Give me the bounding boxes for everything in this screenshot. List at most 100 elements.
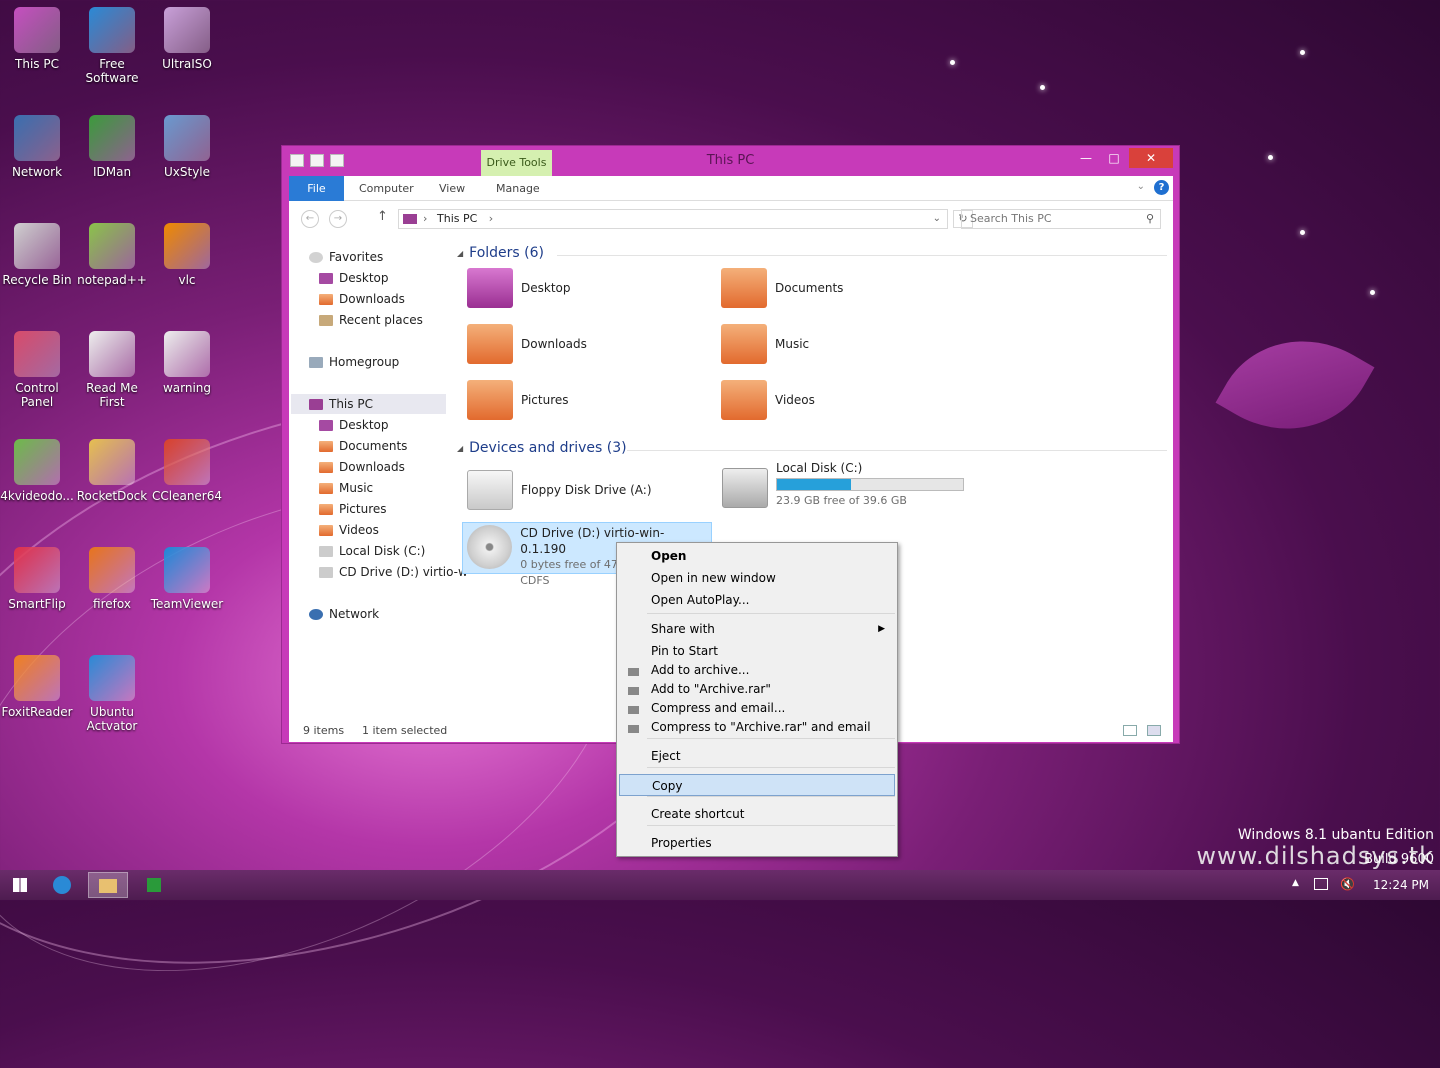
ribbon-expand-icon[interactable]: ⌄ — [1137, 181, 1145, 192]
desktop-icon-uxstyle[interactable]: UxStyle — [150, 115, 224, 179]
nav-label: CD Drive (D:) virtio-w — [339, 565, 468, 579]
context-menu-item[interactable]: Pin to Start — [619, 640, 895, 662]
context-menu-item[interactable]: Compress and email... — [619, 699, 895, 718]
network-tray-icon[interactable] — [1314, 878, 1328, 890]
minimize-button[interactable]: — — [1071, 148, 1101, 168]
nav-homegroup[interactable]: Homegroup — [309, 352, 399, 372]
volume-muted-icon[interactable]: 🔇 — [1340, 877, 1355, 891]
maximize-button[interactable]: □ — [1099, 148, 1129, 168]
nav-this-pc[interactable]: This PC — [291, 394, 446, 414]
menu-separator — [647, 767, 895, 768]
nav-favorites[interactable]: Favorites — [309, 247, 383, 267]
context-menu-item[interactable]: Copy — [619, 774, 895, 796]
nav-pc-item[interactable]: Desktop — [319, 415, 389, 435]
folder-label: Documents — [775, 281, 844, 295]
desktop-icon-idman[interactable]: IDMan — [75, 115, 149, 179]
folder-tile[interactable]: Downloads — [467, 321, 587, 367]
address-input[interactable]: › This PC › ⌄ — [398, 209, 948, 229]
folder-tile[interactable]: Music — [721, 321, 809, 367]
chevron-down-icon[interactable]: ⌄ — [933, 210, 941, 228]
menu-label: Eject — [651, 749, 681, 763]
desktop-icon-ccleaner64[interactable]: CCleaner64 — [150, 439, 224, 503]
context-menu-item[interactable]: Create shortcut — [619, 803, 895, 825]
context-menu-item[interactable]: Properties — [619, 832, 895, 854]
folder-tile[interactable]: Pictures — [467, 377, 569, 423]
nav-pc-item[interactable]: Documents — [319, 436, 407, 456]
folder-label: Desktop — [521, 281, 571, 295]
desktop-icon-read-me-first[interactable]: Read Me First — [75, 331, 149, 409]
nav-pc-item[interactable]: Music — [319, 478, 373, 498]
context-menu-item[interactable]: Open in new window — [619, 567, 895, 589]
drive-floppy[interactable]: Floppy Disk Drive (A:) — [467, 467, 652, 513]
taskbar-file-explorer[interactable] — [88, 872, 128, 898]
nav-pc-item[interactable]: CD Drive (D:) virtio-w — [319, 562, 468, 582]
chevron-right-icon[interactable]: › — [489, 212, 493, 225]
drive-label: Floppy Disk Drive (A:) — [521, 483, 652, 497]
taskbar-store[interactable] — [134, 872, 174, 898]
context-menu-item[interactable]: Open AutoPlay... — [619, 589, 895, 611]
monitor-icon — [14, 7, 60, 53]
close-button[interactable]: ✕ — [1129, 148, 1173, 168]
context-menu-item[interactable]: Add to archive... — [619, 661, 895, 680]
up-button[interactable]: ↑ — [377, 209, 388, 224]
folder-tile[interactable]: Videos — [721, 377, 815, 423]
context-menu-item[interactable]: Add to "Archive.rar" — [619, 680, 895, 699]
documents-folder-icon — [721, 268, 767, 308]
tab-manage[interactable]: Manage — [484, 176, 552, 201]
title-bar[interactable]: Drive Tools This PC — □ ✕ — [282, 146, 1179, 176]
desktop-icon-control-panel[interactable]: Control Panel — [0, 331, 74, 409]
desktop-icon-this-pc[interactable]: This PC — [0, 7, 74, 71]
back-button[interactable]: ← — [301, 210, 319, 228]
address-text: This PC — [437, 212, 478, 225]
nav-pc-item[interactable]: Downloads — [319, 457, 405, 477]
desktop-icon-rocketdock[interactable]: RocketDock — [75, 439, 149, 503]
start-button[interactable] — [0, 872, 40, 898]
nav-pc-item[interactable]: Local Disk (C:) — [319, 541, 425, 561]
desktop-icon-teamviewer[interactable]: TeamViewer — [150, 547, 224, 611]
status-item-count: 9 items — [303, 724, 345, 737]
context-menu-item[interactable]: Open — [619, 545, 895, 567]
menu-separator — [647, 738, 895, 739]
folders-group-header[interactable]: ◢ Folders (6) — [457, 245, 544, 261]
menu-label: Open AutoPlay... — [651, 593, 750, 607]
clock[interactable]: 12:24 PM — [1373, 878, 1429, 892]
pictures-icon — [319, 503, 333, 515]
tab-view[interactable]: View — [427, 176, 477, 201]
help-icon[interactable]: ? — [1154, 180, 1169, 195]
desktop-icon-ultraiso[interactable]: UltraISO — [150, 7, 224, 71]
nav-fav-downloads[interactable]: Downloads — [319, 289, 405, 309]
desktop-icon-recycle-bin[interactable]: Recycle Bin — [0, 223, 74, 287]
desktop-icon-smartflip[interactable]: SmartFlip — [0, 547, 74, 611]
folder-tile[interactable]: Desktop — [467, 265, 571, 311]
desktop-icon-vlc[interactable]: vlc — [150, 223, 224, 287]
desktop-icon-free-software[interactable]: Free Software — [75, 7, 149, 85]
nav-fav-desktop[interactable]: Desktop — [319, 268, 389, 288]
details-view-icon[interactable] — [1123, 725, 1137, 736]
nav-fav-recent[interactable]: Recent places — [319, 310, 423, 330]
desktop-icon-notepad-[interactable]: notepad++ — [75, 223, 149, 287]
nav-pc-item[interactable]: Pictures — [319, 499, 387, 519]
desktop-icon-network[interactable]: Network — [0, 115, 74, 179]
show-hidden-icons-button[interactable]: ▲ — [1292, 878, 1299, 888]
desktop-icon-firefox[interactable]: firefox — [75, 547, 149, 611]
context-menu-item[interactable]: Share with ▶ — [619, 618, 895, 640]
search-input[interactable]: Search This PC ⚲ — [961, 209, 1161, 229]
large-icons-view-icon[interactable] — [1147, 725, 1161, 736]
context-menu-item[interactable]: Eject — [619, 745, 895, 767]
nav-pc-item[interactable]: Videos — [319, 520, 379, 540]
desktop-icon-4kvideodo-[interactable]: 4kvideodo... — [0, 439, 74, 503]
forward-button[interactable]: → — [329, 210, 347, 228]
tab-file[interactable]: File — [289, 176, 344, 201]
taskbar-ie[interactable] — [42, 872, 82, 898]
tab-computer[interactable]: Computer — [347, 176, 426, 201]
context-menu-item[interactable]: Compress to "Archive.rar" and email — [619, 718, 895, 737]
disk-usage-fill — [777, 479, 852, 490]
drive-local-c[interactable]: Local Disk (C:) 23.9 GB free of 39.6 GB — [722, 460, 964, 509]
desktop-icon-foxitreader[interactable]: FoxitReader — [0, 655, 74, 719]
nav-label: Homegroup — [329, 355, 400, 369]
desktop-icon-ubuntu-actvator[interactable]: Ubuntu Actvator — [75, 655, 149, 733]
folder-tile[interactable]: Documents — [721, 265, 843, 311]
desktop-icon-warning[interactable]: warning — [150, 331, 224, 395]
drives-group-header[interactable]: ◢ Devices and drives (3) — [457, 440, 627, 456]
nav-network[interactable]: Network — [309, 604, 379, 624]
